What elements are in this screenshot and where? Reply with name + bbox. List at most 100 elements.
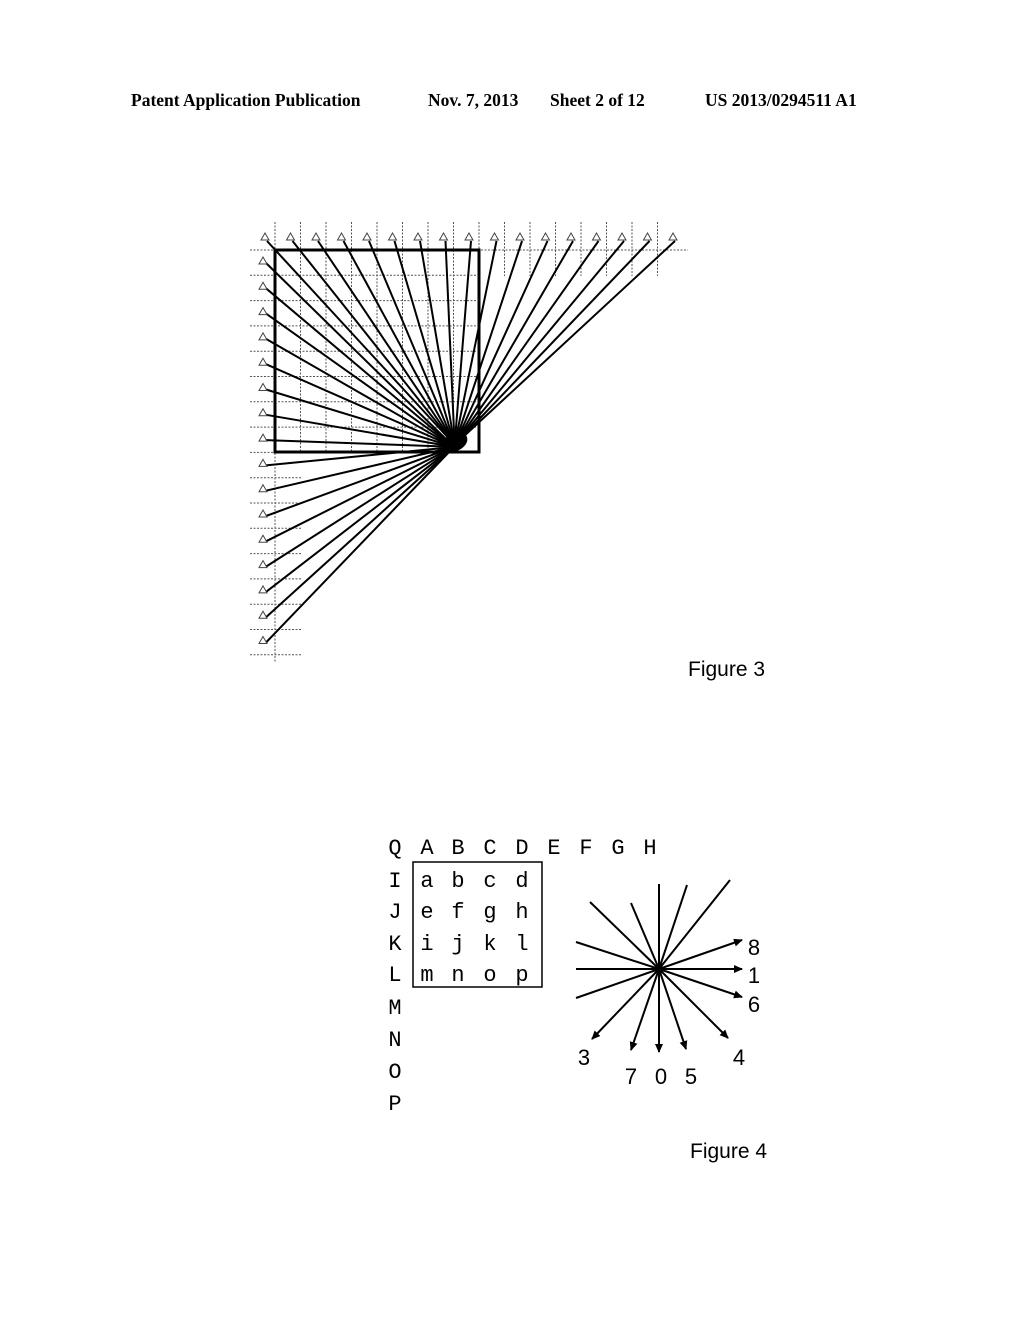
reference-marker-left-icon <box>258 407 268 417</box>
direction-arrow <box>658 968 688 1050</box>
reference-marker-top-icon <box>362 231 372 241</box>
block-pixel-label: h <box>515 900 528 925</box>
prediction-mode-label: 0 <box>655 1064 667 1089</box>
reference-marker-top-icon <box>464 231 474 241</box>
direction-ray <box>575 968 660 999</box>
prediction-direction-rays <box>575 879 743 1053</box>
block-pixel-label: l <box>515 932 528 957</box>
reference-marker-left-icon <box>258 331 268 341</box>
top-neighbor-label: G <box>611 836 624 861</box>
reference-marker-left-icon <box>258 508 268 518</box>
projection-line-top <box>458 240 651 441</box>
block-pixel-label: k <box>483 932 496 957</box>
block-pixel-label: a <box>420 869 433 894</box>
reference-marker-left-icon <box>258 635 268 644</box>
reference-sample-markers <box>258 231 678 644</box>
projection-line-top <box>457 240 625 441</box>
left-neighbor-label: P <box>388 1092 401 1117</box>
projection-line-top <box>455 240 549 441</box>
block-pixel-label: p <box>515 963 528 988</box>
reference-marker-top-icon <box>642 231 653 241</box>
reference-marker-left-icon <box>258 458 268 467</box>
prediction-mode-label: 5 <box>685 1064 697 1089</box>
projection-line-top <box>419 240 455 441</box>
projection-line-left <box>265 448 452 618</box>
reference-marker-top-icon <box>260 231 270 241</box>
prediction-mode-label: 7 <box>625 1064 637 1089</box>
direction-ray <box>658 884 688 970</box>
left-neighbor-label: N <box>388 1028 401 1053</box>
top-neighbor-label: D <box>515 836 528 861</box>
reference-marker-top-icon <box>566 231 576 241</box>
prediction-mode-labels: 8 1 6 4 507 3 <box>578 935 760 1089</box>
reference-marker-top-icon <box>489 231 500 241</box>
block-pixel-label: m <box>420 963 433 988</box>
projection-line-left <box>265 287 452 446</box>
left-neighbor-label: J <box>388 900 401 925</box>
projection-line-left <box>265 448 452 593</box>
top-neighbor-label: A <box>420 836 434 861</box>
reference-marker-left-icon <box>258 281 268 290</box>
direction-ray <box>589 901 660 970</box>
reference-marker-top-icon <box>617 231 627 241</box>
projection-line-left <box>265 447 452 517</box>
reference-marker-top-icon <box>413 231 423 241</box>
top-neighbor-label: E <box>547 836 560 861</box>
reference-marker-left-icon <box>258 584 268 594</box>
reference-marker-left-icon <box>258 306 268 316</box>
left-neighbor-labels: IJKLMNOP <box>388 869 402 1117</box>
reference-marker-left-icon <box>258 483 268 493</box>
reference-marker-left-icon <box>258 559 268 569</box>
reference-marker-left-icon <box>258 534 268 543</box>
reference-marker-left-icon <box>258 382 268 391</box>
figure-4-caption: Figure 4 <box>690 1140 768 1163</box>
prediction-mode-label: 1 <box>748 963 760 988</box>
block-pixel-labels: a b c d e f g h i j k l m n o p <box>420 869 528 988</box>
top-neighbor-label: F <box>579 836 592 861</box>
left-neighbor-label: I <box>388 869 401 894</box>
reference-marker-left-icon <box>258 610 268 619</box>
direction-ray <box>630 902 660 970</box>
left-neighbor-label: L <box>388 963 401 988</box>
block-pixel-label: c <box>483 869 496 894</box>
top-neighbor-label: Q <box>388 836 401 861</box>
block-pixel-label: j <box>451 932 464 957</box>
top-neighbor-label: H <box>643 836 656 861</box>
reference-marker-top-icon <box>387 231 398 241</box>
block-pixel-label: g <box>483 900 496 925</box>
direction-arrow <box>629 968 660 1051</box>
projection-line-left <box>265 312 452 446</box>
reference-marker-top-icon <box>285 231 296 241</box>
projection-line-top <box>444 240 456 441</box>
projection-line-left <box>265 449 452 644</box>
reference-marker-top-icon <box>591 231 602 241</box>
direction-arrow <box>591 968 660 1040</box>
reference-marker-left-icon <box>258 433 268 442</box>
left-neighbor-label: M <box>388 996 401 1021</box>
reference-marker-top-icon <box>540 231 551 241</box>
ray-center <box>655 965 663 973</box>
top-neighbor-label: B <box>451 836 464 861</box>
figure-3-diagram <box>250 222 688 662</box>
projection-line-left <box>265 447 452 568</box>
top-neighbor-labels: QABCDEFGH <box>388 836 656 861</box>
block-pixel-label: n <box>451 963 464 988</box>
reference-marker-top-icon <box>311 231 321 241</box>
reference-marker-left-icon <box>258 357 268 366</box>
direction-ray <box>575 941 660 970</box>
projection-line-top <box>459 240 676 441</box>
projection-line-top <box>266 240 451 441</box>
projection-line-top <box>454 240 472 441</box>
block-pixel-label: o <box>483 963 496 988</box>
block-pixel-label: i <box>420 932 433 957</box>
projection-line-top <box>317 240 453 441</box>
block-pixel-label: e <box>420 900 433 925</box>
reference-marker-top-icon <box>336 231 347 241</box>
direction-arrow <box>658 968 743 999</box>
prediction-mode-label: 4 <box>733 1045 745 1070</box>
reference-marker-left-icon <box>258 255 268 265</box>
prediction-mode-label: 8 <box>748 935 760 960</box>
reference-marker-top-icon <box>668 231 678 241</box>
prediction-mode-label: 3 <box>578 1045 590 1070</box>
left-neighbor-label: K <box>388 932 402 957</box>
